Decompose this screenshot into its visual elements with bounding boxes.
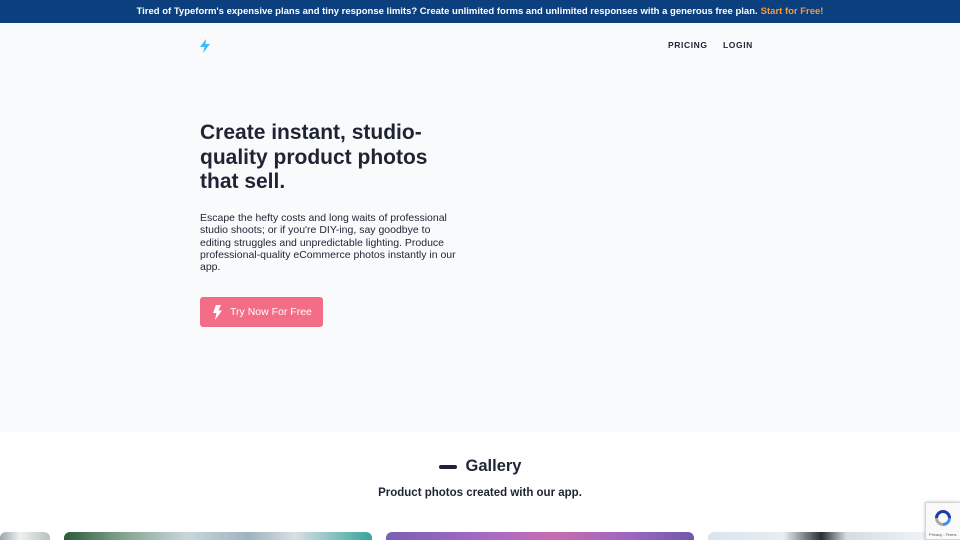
gallery-section: Gallery Product photos created with our … [0, 432, 960, 540]
gallery-heading: Gallery [0, 457, 960, 476]
gallery-title: Gallery [465, 457, 522, 475]
gallery-photo[interactable] [64, 532, 372, 540]
gallery-subtitle: Product photos created with our app. [378, 487, 582, 499]
hero-description: Escape the hefty costs and long waits of… [200, 212, 456, 274]
gallery-photo[interactable] [708, 532, 960, 540]
try-now-button-label: Try Now For Free [230, 306, 312, 318]
recaptcha-badge[interactable]: Privacy - Terms [925, 502, 960, 540]
nav-pricing-link[interactable]: PRICING [668, 40, 708, 50]
recaptcha-icon [935, 510, 951, 526]
gallery-photo[interactable] [386, 532, 694, 540]
lightning-bolt-icon[interactable] [199, 39, 211, 53]
top-nav: PRICING LOGIN [0, 23, 960, 67]
hero-title: Create instant, studio-quality product p… [200, 121, 428, 193]
try-now-button[interactable]: Try Now For Free [200, 297, 323, 327]
nav-login-link[interactable]: LOGIN [723, 40, 753, 50]
gallery-photo[interactable] [0, 532, 50, 540]
dash-icon [438, 464, 457, 469]
announcement-text: Tired of Typeform's expensive plans and … [136, 6, 758, 17]
recaptcha-links[interactable]: Privacy - Terms [929, 532, 956, 537]
start-for-free-link[interactable]: Start for Free! [761, 6, 824, 17]
announcement-bar: Tired of Typeform's expensive plans and … [0, 0, 960, 23]
lightning-bolt-icon [213, 304, 222, 320]
